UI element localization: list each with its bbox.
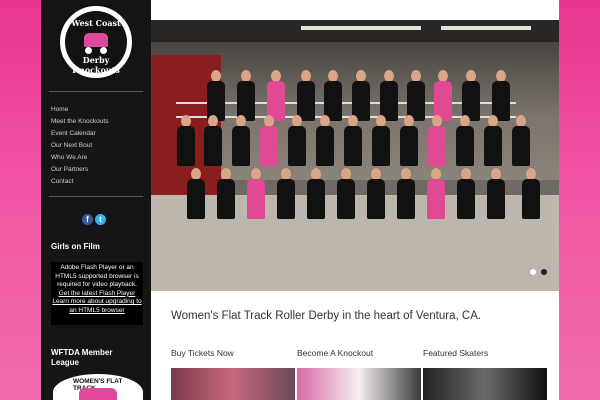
team-member — [511, 115, 531, 175]
girls-on-film-heading: Girls on Film — [51, 242, 100, 251]
get-flash-link[interactable]: Get the latest Flash Player — [51, 290, 143, 299]
team-member — [366, 168, 386, 228]
facebook-icon[interactable]: f — [82, 214, 93, 225]
team-member — [306, 168, 326, 228]
logo-emblem: West Coast Derby Knockouts — [65, 11, 127, 75]
become-a-knockout-image[interactable] — [297, 368, 421, 400]
team-member — [399, 115, 419, 175]
slider-dot[interactable] — [530, 269, 536, 275]
video-fallback-box: Adobe Flash Player or an HTML5 supported… — [51, 262, 143, 325]
wftda-logo[interactable]: WOMEN'S FLAT TRACK — [53, 374, 143, 400]
become-a-knockout-heading[interactable]: Become A Knockout — [297, 348, 373, 358]
team-member — [259, 115, 279, 175]
team-member — [521, 168, 541, 228]
team-member — [231, 115, 251, 175]
team-member — [343, 115, 363, 175]
wheel-icon — [85, 47, 92, 54]
main-nav: Home Meet the Knockouts Event Calendar O… — [51, 104, 146, 188]
team-photo-slider[interactable] — [151, 20, 559, 291]
team-member — [426, 168, 446, 228]
team-member — [427, 115, 447, 175]
team-member — [396, 168, 416, 228]
nav-our-next-bout[interactable]: Our Next Bout — [51, 140, 146, 152]
team-member — [203, 115, 223, 175]
nav-event-calendar[interactable]: Event Calendar — [51, 128, 146, 140]
buy-tickets-heading[interactable]: Buy Tickets Now — [171, 348, 234, 358]
team-member — [216, 168, 236, 228]
team-member — [315, 115, 335, 175]
slider-dot[interactable] — [541, 269, 547, 275]
team-member — [246, 168, 266, 228]
team-member — [186, 168, 206, 228]
divider — [49, 91, 143, 92]
nav-our-partners[interactable]: Our Partners — [51, 164, 146, 176]
team-member — [456, 168, 476, 228]
nav-contact[interactable]: Contact — [51, 176, 146, 188]
twitter-icon[interactable]: t — [95, 214, 106, 225]
team-member — [371, 115, 391, 175]
team-member — [336, 168, 356, 228]
team-member — [287, 115, 307, 175]
divider — [49, 196, 143, 197]
flash-message: Adobe Flash Player or an HTML5 supported… — [55, 264, 139, 288]
logo-title: West Coast — [71, 18, 121, 28]
site-logo[interactable]: West Coast Derby Knockouts — [58, 4, 134, 80]
photo-ceiling — [151, 20, 559, 42]
sidebar: West Coast Derby Knockouts Home Meet the… — [41, 0, 151, 400]
team-member — [455, 115, 475, 175]
html5-upgrade-link[interactable]: Learn more about upgrading to an HTML5 b… — [51, 298, 143, 315]
wftda-heading: WFTDA Member League — [51, 348, 113, 367]
skate-icon — [79, 388, 117, 400]
wheel-icon — [100, 47, 107, 54]
team-member — [176, 115, 196, 175]
featured-skaters-image[interactable] — [423, 368, 547, 400]
nav-home[interactable]: Home — [51, 104, 146, 116]
slider-pagination — [525, 262, 547, 280]
nav-who-we-are[interactable]: Who We Are — [51, 152, 146, 164]
team-member — [486, 168, 506, 228]
team-member — [276, 168, 296, 228]
skate-icon — [84, 33, 108, 47]
tagline: Women's Flat Track Roller Derby in the h… — [171, 310, 482, 322]
team-member — [483, 115, 503, 175]
featured-skaters-heading[interactable]: Featured Skaters — [423, 348, 488, 358]
nav-meet-the-knockouts[interactable]: Meet the Knockouts — [51, 116, 146, 128]
social-links: ft — [82, 209, 108, 227]
buy-tickets-image[interactable] — [171, 368, 295, 400]
main-content: Women's Flat Track Roller Derby in the h… — [151, 0, 559, 400]
logo-subtitle: Derby Knockouts — [72, 55, 120, 75]
